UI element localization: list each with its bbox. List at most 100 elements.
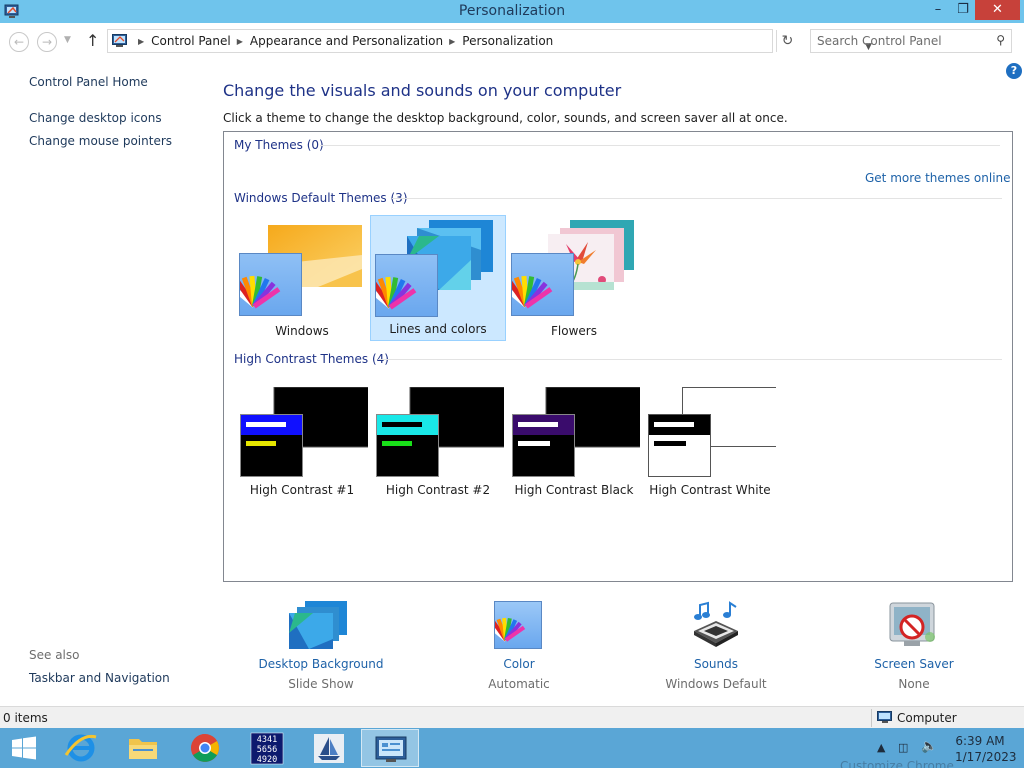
svg-text:5656: 5656 — [257, 745, 277, 755]
up-button[interactable]: ↑ — [86, 31, 99, 50]
color-palette-icon — [365, 254, 438, 317]
color-palette-icon — [229, 253, 302, 316]
clock-date: 1/17/2023 — [955, 750, 1017, 764]
svg-text:4341: 4341 — [257, 735, 277, 745]
divider — [871, 709, 872, 727]
theme-high-contrast-black[interactable]: High Contrast Black — [506, 377, 642, 503]
option-value: Automatic — [488, 677, 550, 691]
option-label[interactable]: Desktop Background — [246, 657, 396, 671]
theme-name: High Contrast White — [649, 483, 771, 497]
network-icon[interactable]: ◫ — [898, 741, 908, 754]
breadcrumb-appearance[interactable]: Appearance and Personalization — [250, 34, 443, 48]
screen-saver-icon — [889, 602, 935, 646]
desktop-background-icon — [289, 601, 347, 649]
theme-name: Windows — [275, 324, 329, 338]
change-desktop-icons-link[interactable]: Change desktop icons — [29, 111, 162, 125]
restore-button[interactable]: ❐ — [950, 0, 976, 20]
start-button[interactable] — [0, 729, 48, 767]
theme-list[interactable]: My Themes (0) Get more themes online Win… — [223, 131, 1013, 582]
page-title: Change the visuals and sounds on your co… — [223, 81, 622, 100]
clock-time: 6:39 AM — [955, 734, 1005, 748]
theme-windows[interactable]: Windows — [229, 216, 370, 342]
breadcrumb-control-panel[interactable]: Control Panel — [151, 34, 231, 48]
theme-name: Flowers — [551, 324, 597, 338]
taskbar-internet-explorer[interactable] — [52, 729, 110, 767]
chevron-right-icon[interactable]: ▶ — [449, 37, 455, 46]
address-bar[interactable]: ▶ Control Panel ▶ Appearance and Personaliz… — [107, 29, 872, 53]
item-count: 0 items — [3, 711, 48, 725]
location-zone: Computer — [897, 711, 957, 725]
title-bar: Personalization – ❐ ✕ — [0, 0, 1024, 23]
clock[interactable]: 6:39 AM 1/17/2023 — [955, 733, 1017, 765]
taskbar-file-explorer[interactable] — [114, 729, 172, 767]
taskbar: 4341 5656 4920 ▲ ◫ 🔈 6:39 AM 1/17/2023 C… — [0, 728, 1024, 768]
my-themes-header[interactable]: My Themes (0) — [234, 138, 324, 152]
chevron-up-icon[interactable]: ▲ — [877, 741, 885, 754]
taskbar-calculator[interactable]: 4341 5656 4920 — [238, 729, 296, 767]
color-palette-icon — [501, 253, 574, 316]
help-icon[interactable]: ? — [1006, 63, 1022, 79]
close-button[interactable]: ✕ — [975, 0, 1020, 20]
theme-name: High Contrast #2 — [385, 483, 491, 497]
computer-icon — [877, 711, 892, 723]
search-box[interactable]: ⚲ — [810, 29, 1012, 53]
customize-chrome-hint: Customize Chrome — [840, 759, 954, 768]
option-value: Windows Default — [665, 677, 767, 691]
status-bar: 0 items Computer — [0, 706, 1024, 728]
see-also-label: See also — [29, 648, 80, 662]
chevron-right-icon[interactable]: ▶ — [138, 37, 144, 46]
page-description: Click a theme to change the desktop back… — [223, 111, 788, 125]
option-value: Slide Show — [288, 677, 354, 691]
search-icon[interactable]: ⚲ — [996, 33, 1005, 47]
refresh-button[interactable]: ↻ — [776, 30, 798, 52]
taskbar-and-navigation-link[interactable]: Taskbar and Navigation — [29, 671, 170, 685]
control-panel-icon — [375, 736, 407, 762]
recent-locations-icon[interactable]: ▼ — [64, 35, 71, 45]
high-contrast-black-thumbnail — [512, 387, 640, 477]
control-panel-home-link[interactable]: Control Panel Home — [29, 75, 148, 89]
chrome-icon — [191, 734, 219, 762]
option-label[interactable]: Sounds — [641, 657, 791, 671]
theme-high-contrast-white[interactable]: High Contrast White — [642, 377, 778, 503]
divider — [378, 359, 1002, 360]
sailboat-icon — [314, 734, 344, 763]
option-label[interactable]: Screen Saver — [839, 657, 989, 671]
theme-lines-and-colors[interactable]: Lines and colors — [365, 215, 506, 341]
high-contrast-white-thumbnail — [648, 387, 776, 477]
theme-name: Lines and colors — [389, 322, 487, 336]
breadcrumb: ▶ Control Panel ▶ Appearance and Personaliz… — [132, 34, 553, 48]
taskbar-chrome[interactable] — [176, 729, 234, 767]
theme-high-contrast-2[interactable]: High Contrast #2 — [370, 377, 506, 503]
forward-button[interactable]: → — [37, 32, 57, 52]
chevron-right-icon[interactable]: ▶ — [237, 37, 243, 46]
window-title: Personalization — [458, 3, 566, 19]
default-themes-header[interactable]: Windows Default Themes (3) — [234, 191, 408, 205]
volume-icon[interactable]: 🔈 — [921, 739, 937, 754]
theme-flowers[interactable]: Flowers — [501, 216, 642, 342]
control-panel-icon — [112, 34, 127, 47]
divider — [392, 198, 1002, 199]
back-button[interactable]: ← — [9, 32, 29, 52]
search-input[interactable] — [817, 33, 987, 49]
high-contrast-2-thumbnail — [376, 387, 504, 477]
theme-name: High Contrast Black — [514, 483, 634, 497]
svg-text:4920: 4920 — [257, 755, 277, 765]
option-value: None — [898, 677, 930, 691]
change-mouse-pointers-link[interactable]: Change mouse pointers — [29, 134, 172, 148]
option-label[interactable]: Color — [444, 657, 594, 671]
windows-logo-icon — [12, 736, 36, 760]
theme-high-contrast-1[interactable]: High Contrast #1 — [234, 377, 370, 503]
taskbar-sailboat-app[interactable] — [300, 729, 358, 767]
address-row: ← → ▼ ↑ ▶ Control Panel ▶ Appearance and Pe… — [0, 23, 1024, 59]
get-more-themes-link[interactable]: Get more themes online — [865, 171, 1011, 185]
minimize-button[interactable]: – — [925, 0, 951, 20]
breadcrumb-personalization[interactable]: Personalization — [462, 34, 553, 48]
divider — [320, 145, 1000, 146]
internet-explorer-icon — [64, 734, 97, 762]
taskbar-control-panel[interactable] — [361, 729, 419, 767]
sounds-icon — [694, 601, 738, 647]
color-palette-icon — [487, 601, 542, 649]
calculator-icon: 4341 5656 4920 — [250, 732, 284, 765]
theme-name: High Contrast #1 — [249, 483, 355, 497]
high-contrast-themes-header[interactable]: High Contrast Themes (4) — [234, 352, 389, 366]
